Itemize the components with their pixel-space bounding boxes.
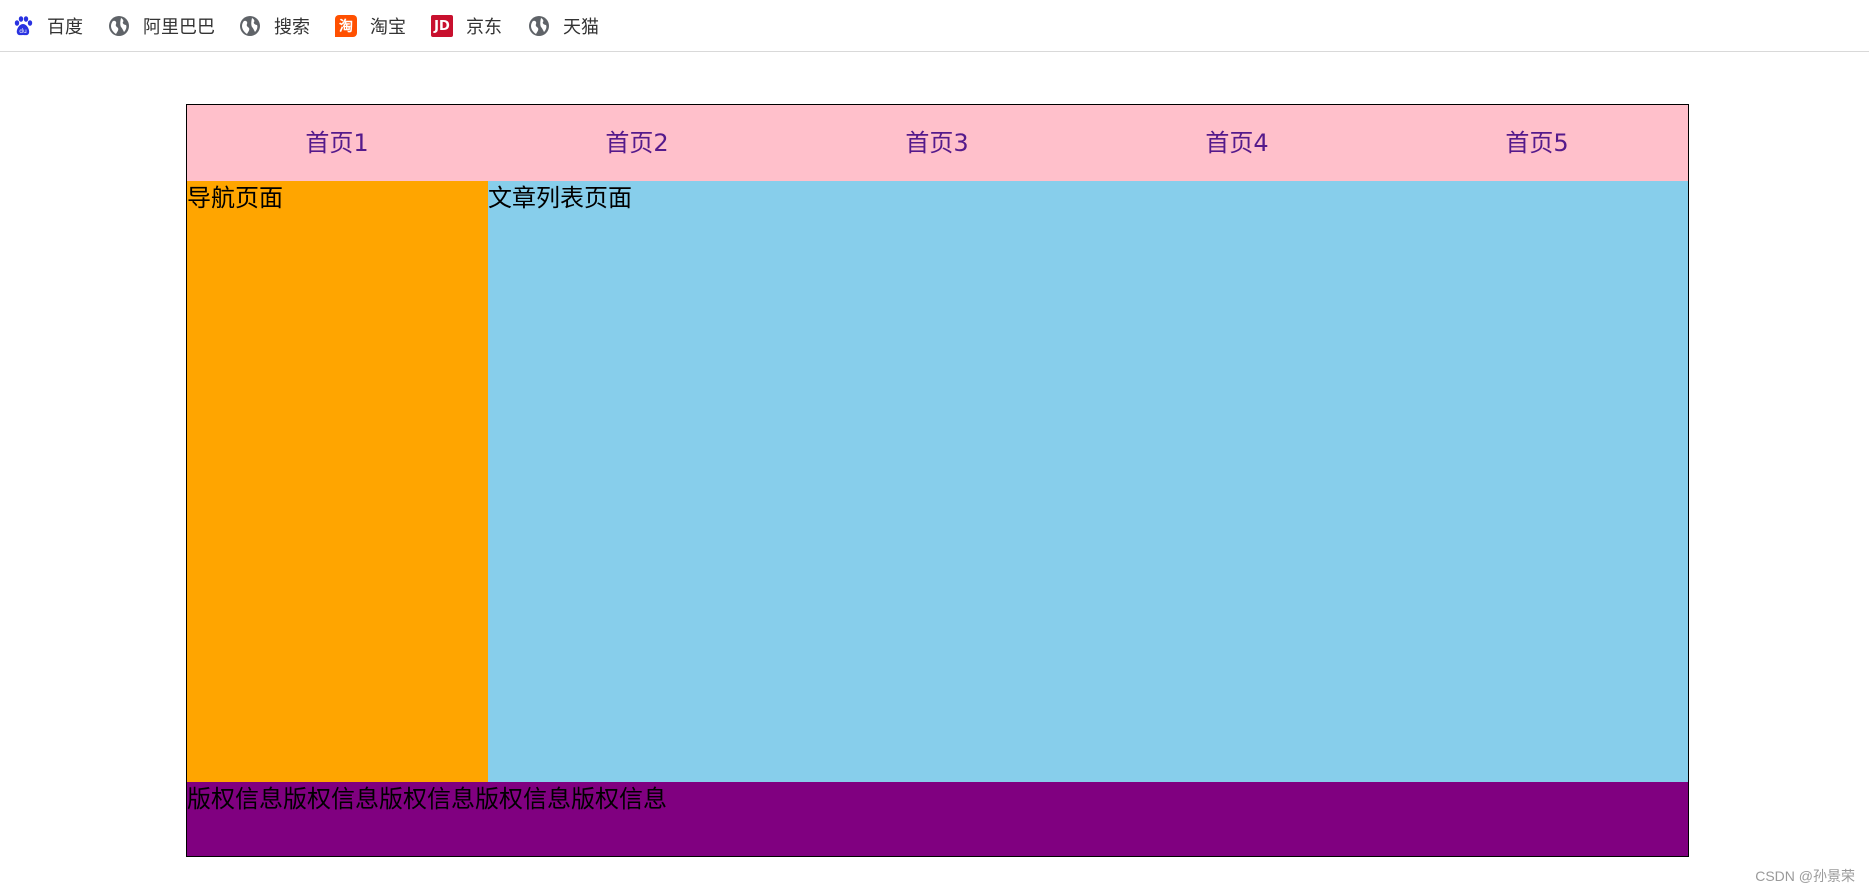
bookmark-baidu[interactable]: du 百度 <box>12 12 83 40</box>
bookmarks-bar: du 百度 阿里巴巴 搜索 淘 淘宝 JD 京东 天猫 <box>0 0 1869 52</box>
bookmark-jd[interactable]: JD 京东 <box>431 12 502 40</box>
bookmark-label: 百度 <box>47 17 83 38</box>
footer-copyright: 版权信息版权信息版权信息版权信息版权信息 <box>187 782 1688 856</box>
nav-link-home4[interactable]: 首页4 <box>1087 105 1387 181</box>
bookmark-label: 天猫 <box>563 17 599 38</box>
sidebar-nav-panel: 导航页面 <box>187 181 488 782</box>
bookmark-tmall[interactable]: 天猫 <box>528 12 599 40</box>
svg-text:du: du <box>19 28 27 35</box>
nav-link-home3[interactable]: 首页3 <box>787 105 1087 181</box>
bookmark-label: 京东 <box>466 17 502 38</box>
watermark: CSDN @孙景荣 <box>1755 868 1855 884</box>
taobao-icon: 淘 <box>335 15 357 37</box>
globe-icon <box>239 15 261 37</box>
jd-icon: JD <box>431 15 453 37</box>
bookmark-alibaba[interactable]: 阿里巴巴 <box>108 12 215 40</box>
nav-link-home1[interactable]: 首页1 <box>187 105 487 181</box>
globe-icon <box>108 15 130 37</box>
nav-link-home5[interactable]: 首页5 <box>1387 105 1687 181</box>
baidu-paw-icon: du <box>12 15 34 37</box>
top-nav: 首页1 首页2 首页3 首页4 首页5 <box>187 105 1688 181</box>
bookmark-label: 阿里巴巴 <box>143 17 215 38</box>
footer-text: 版权信息版权信息版权信息版权信息版权信息 <box>187 785 667 813</box>
nav-link-home2[interactable]: 首页2 <box>487 105 787 181</box>
bookmark-label: 搜索 <box>274 17 310 38</box>
bookmark-taobao[interactable]: 淘 淘宝 <box>335 12 406 40</box>
sidebar-text: 导航页面 <box>187 184 283 212</box>
page-layout-frame: 首页1 首页2 首页3 首页4 首页5 导航页面 文章列表页面 版权信息版权信息… <box>186 104 1689 857</box>
bookmark-search[interactable]: 搜索 <box>239 12 310 40</box>
globe-icon <box>528 15 550 37</box>
article-list-panel: 文章列表页面 <box>488 181 1688 782</box>
bookmark-label: 淘宝 <box>370 17 406 38</box>
main-text: 文章列表页面 <box>488 184 632 212</box>
